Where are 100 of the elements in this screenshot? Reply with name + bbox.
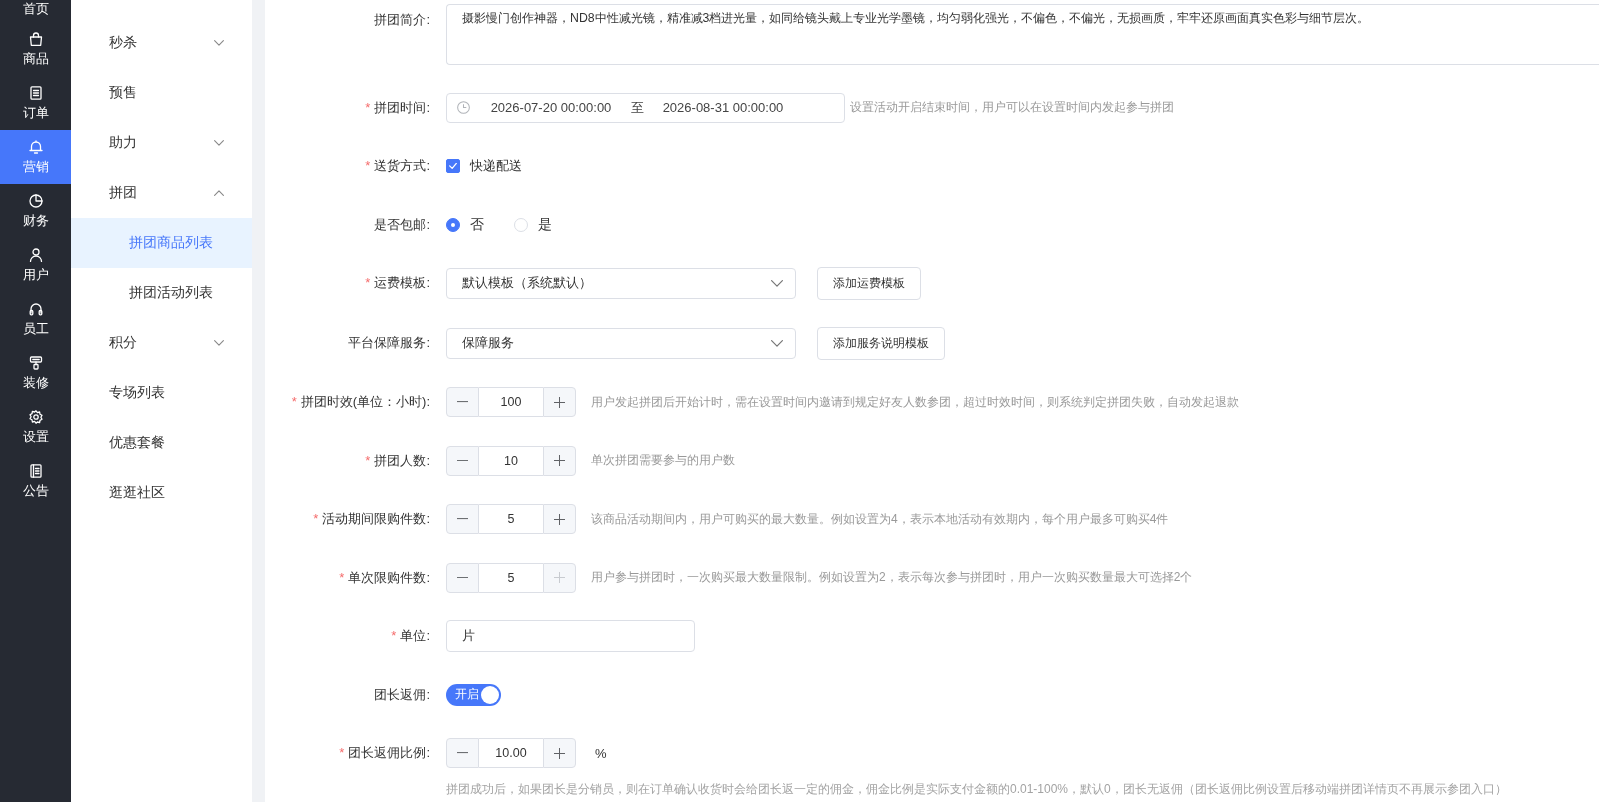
menu-item[interactable]: 专场列表 xyxy=(71,368,252,418)
nav-item[interactable]: 营销 xyxy=(0,130,71,184)
field-label: 拼团时间: xyxy=(374,99,430,115)
menu-item[interactable]: 优惠套餐 xyxy=(71,418,252,468)
radio-label: 是 xyxy=(538,215,552,234)
checkbox-label: 快递配送 xyxy=(470,157,522,175)
date-input[interactable]: 2026-08-31 00:00:00 xyxy=(646,100,800,115)
nav-item[interactable]: 财务 xyxy=(0,184,71,238)
increase-button[interactable] xyxy=(543,445,576,476)
field-label: 单位: xyxy=(400,628,430,643)
radio-button[interactable] xyxy=(446,217,460,232)
description-textarea[interactable]: 摄影慢门创作神器，ND8中性减光镜，精准减3档进光量，如同给镜头戴上专业光学墨镜，均匀弱化强光，不偏色，不偏光，无损画质，牢牢还原画面真实色彩与细节层次。 xyxy=(446,4,1599,65)
number-input[interactable]: 10 xyxy=(479,445,543,476)
menu-item[interactable]: 逛逛社区 xyxy=(71,468,252,518)
menu-item[interactable]: 拼团 xyxy=(71,168,252,218)
plus-icon xyxy=(554,747,565,759)
bag-icon xyxy=(28,32,43,46)
radio-label: 否 xyxy=(470,215,484,234)
field-label: 平台保障服务: xyxy=(348,334,430,350)
plus-icon xyxy=(554,572,565,583)
menu-item[interactable]: 秒杀 xyxy=(71,18,252,68)
nav-item[interactable]: 商品 xyxy=(0,22,71,76)
hint-text: 用户参与拼团时，一次购买最大数量限制。例如设置为2，表示每次参与拼团时，用户一次购买数量最大可选择2个 xyxy=(591,569,1193,586)
select-field[interactable]: 保障服务 xyxy=(446,327,796,359)
required-mark: * xyxy=(365,99,371,115)
increase-button[interactable] xyxy=(543,504,576,534)
hint-text: 该商品活动期间内，用户可购买的最大数量。例如设置为4，表示本地活动有效期内，每个用户最多可购买4件 xyxy=(591,510,1169,528)
date-range-field[interactable]: 2026-07-20 00:00:00 至 2026-08-31 00:00:00 xyxy=(446,92,845,123)
nav-item[interactable]: 用户 xyxy=(0,238,71,292)
field-label: 拼团时效(单位：小时): xyxy=(300,394,430,409)
number-input[interactable]: 100 xyxy=(479,387,543,417)
submenu-item[interactable]: 拼团商品列表 xyxy=(71,218,252,268)
range-separator: 至 xyxy=(629,98,645,117)
minus-icon xyxy=(457,518,468,520)
field-label: 团长返佣比例: xyxy=(348,745,430,760)
minus-icon xyxy=(457,401,468,403)
required-mark: * xyxy=(339,745,345,760)
paint-roller-icon xyxy=(28,356,43,370)
minus-icon xyxy=(457,576,468,579)
user-icon xyxy=(28,248,43,262)
field-label: 是否包邮: xyxy=(374,216,430,232)
pie-chart-icon xyxy=(28,194,43,208)
field-label: 拼团简介: xyxy=(374,12,430,27)
checkbox[interactable] xyxy=(446,159,460,173)
required-mark: * xyxy=(391,628,397,643)
decrease-button[interactable] xyxy=(446,738,479,768)
bell-icon xyxy=(28,140,43,154)
submenu-item[interactable]: 拼团活动列表 xyxy=(71,268,252,318)
required-mark: * xyxy=(365,275,371,290)
increase-button[interactable] xyxy=(543,387,576,417)
text-input[interactable]: 片 xyxy=(446,620,695,652)
add-template-button[interactable]: 添加运费模板 xyxy=(817,267,921,300)
chevron-down-icon xyxy=(771,339,783,347)
decrease-button[interactable] xyxy=(446,445,479,476)
select-field[interactable]: 默认模板（系统默认） xyxy=(446,268,796,299)
field-label: 拼团人数: xyxy=(374,452,430,468)
decrease-button[interactable] xyxy=(446,562,479,593)
menu-item[interactable]: 预售 xyxy=(71,68,252,118)
document-icon xyxy=(28,86,43,100)
unit-suffix: % xyxy=(595,745,607,761)
required-mark: * xyxy=(291,394,297,409)
nav-item[interactable]: 首页 xyxy=(0,0,71,22)
plus-icon xyxy=(554,513,565,525)
plus-icon xyxy=(554,455,565,466)
nav-item[interactable]: 订单 xyxy=(0,76,71,130)
number-input[interactable]: 10.00 xyxy=(479,738,543,768)
help-text: 拼团成功后，如果团长是分销员，则在订单确认收货时会给团长返一定的佣金，佣金比例是实际支付金额的0.01-100%，默认0，团长无返佣（团长返佣比例设置后移动端拼团详情页不再展示参团入口） xyxy=(446,781,1507,797)
nav-item[interactable]: 设置 xyxy=(0,400,71,454)
increase-button[interactable] xyxy=(543,738,576,768)
menu-item[interactable]: 助力 xyxy=(71,118,252,168)
minus-icon xyxy=(457,752,468,754)
settings-icon xyxy=(28,410,43,424)
checkmark-icon xyxy=(449,163,457,169)
decrease-button[interactable] xyxy=(446,504,479,534)
minus-icon xyxy=(457,459,468,462)
hint-text: 设置活动开启结束时间，用户可以在设置时间内发起参与拼团 xyxy=(850,99,1174,116)
chevron-down-icon xyxy=(771,280,783,287)
field-label: 运费模板: xyxy=(374,275,430,290)
field-label: 活动期间限购件数: xyxy=(322,511,430,526)
number-input[interactable]: 5 xyxy=(479,562,543,593)
add-template-button[interactable]: 添加服务说明模板 xyxy=(817,326,945,360)
headphones-icon xyxy=(28,302,43,316)
plus-icon xyxy=(554,396,565,408)
notebook-icon xyxy=(28,464,43,478)
number-input[interactable]: 5 xyxy=(479,504,543,534)
nav-item[interactable]: 装修 xyxy=(0,346,71,400)
nav-item[interactable]: 员工 xyxy=(0,292,71,346)
required-mark: * xyxy=(365,158,371,173)
required-mark: * xyxy=(339,569,345,585)
menu-item[interactable]: 积分 xyxy=(71,318,252,368)
required-mark: * xyxy=(313,511,319,526)
field-label: 单次限购件数: xyxy=(348,569,430,585)
clock-icon xyxy=(457,101,470,114)
hint-text: 用户发起拼团后开始计时，需在设置时间内邀请到规定好友人数参团，超过时效时间，则系统判定拼团失败，自动发起退款 xyxy=(591,393,1239,411)
field-label: 送货方式: xyxy=(374,158,430,173)
nav-item[interactable]: 公告 xyxy=(0,454,71,508)
decrease-button[interactable] xyxy=(446,387,479,417)
hint-text: 单次拼团需要参与的用户数 xyxy=(591,452,735,469)
toggle-switch[interactable]: 开启 xyxy=(446,683,501,706)
date-input[interactable]: 2026-07-20 00:00:00 xyxy=(474,100,628,115)
